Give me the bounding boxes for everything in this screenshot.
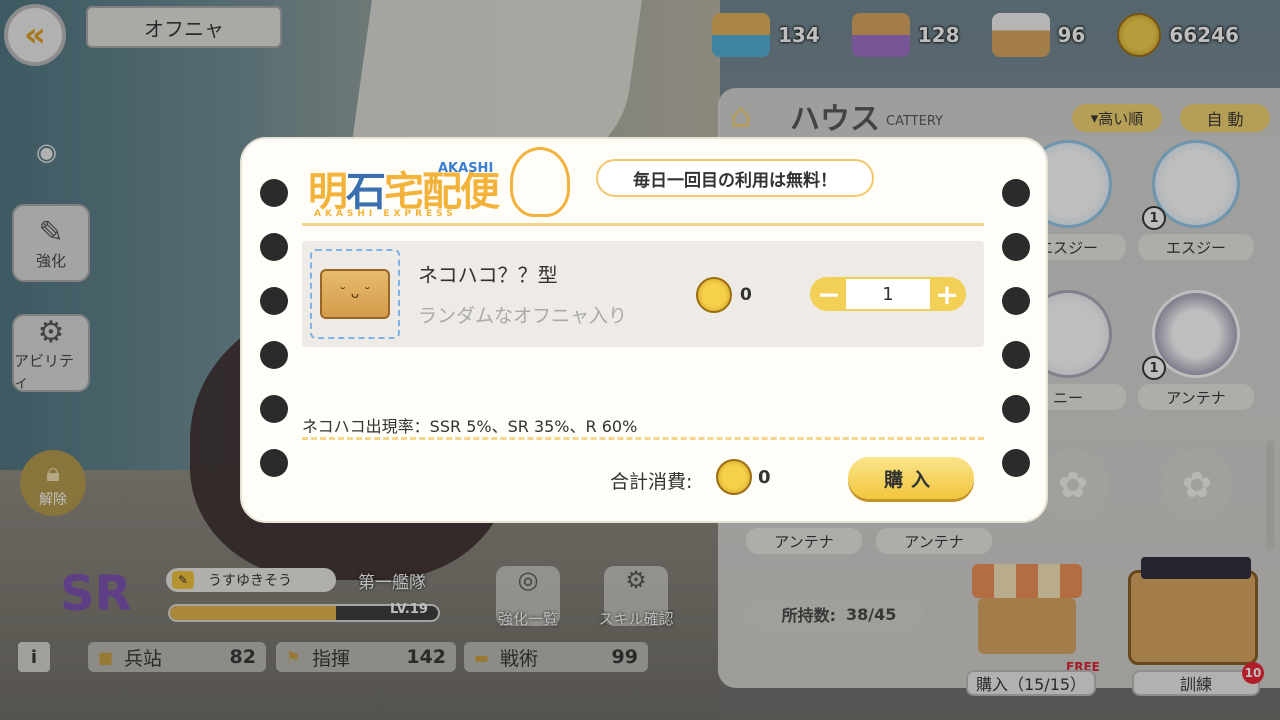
- quantity-stepper: − 1 +: [810, 277, 966, 311]
- akashi-express-dialog: 明石宅配便 AKASHI AKASHI EXPRESS 毎日一回目の利用は無料！…: [240, 137, 1048, 523]
- ticket-hole: [1002, 395, 1030, 423]
- dashed-divider: [302, 437, 984, 440]
- ticket-hole: [1002, 179, 1030, 207]
- coin-icon: [716, 459, 752, 495]
- total-label: 合計消費:: [610, 471, 693, 493]
- ticket-hole: [260, 233, 288, 261]
- ticket-hole: [260, 395, 288, 423]
- ticket-hole: [1002, 287, 1030, 315]
- logo-express: AKASHI EXPRESS: [314, 209, 457, 219]
- speech-bubble: 毎日一回目の利用は無料！: [596, 159, 874, 197]
- ticket-hole: [1002, 233, 1030, 261]
- item-description: ランダムなオフニャ入り: [418, 305, 628, 327]
- logo-akashi: AKASHI: [438, 161, 494, 176]
- total-value: 0: [758, 467, 771, 488]
- ticket-hole: [260, 449, 288, 477]
- purchase-button[interactable]: 購入: [848, 457, 974, 499]
- ticket-hole: [1002, 341, 1030, 369]
- item-name: ネコハコ？？型: [418, 263, 558, 287]
- akashi-express-logo: 明石宅配便 AKASHI AKASHI EXPRESS: [304, 147, 584, 219]
- ticket-hole: [260, 341, 288, 369]
- coin-icon: [696, 277, 732, 313]
- ticket-hole: [260, 287, 288, 315]
- ticket-hole: [260, 179, 288, 207]
- cat-box-icon: ˘ ᴗ ˘: [320, 269, 390, 319]
- decrement-button[interactable]: −: [812, 277, 846, 311]
- item-price: 0: [740, 285, 752, 305]
- ticket-hole: [1002, 449, 1030, 477]
- item-thumbnail: ˘ ᴗ ˘: [310, 249, 400, 339]
- mascot-icon: [510, 147, 570, 217]
- item-row: ˘ ᴗ ˘ ネコハコ？？型 ランダムなオフニャ入り 0 − 1 +: [302, 241, 984, 347]
- increment-button[interactable]: +: [930, 277, 964, 311]
- drop-rates: ネコハコ出現率：SSR 5%、SR 35%、R 60%: [302, 417, 638, 436]
- divider: [302, 223, 984, 226]
- quantity-value[interactable]: 1: [846, 279, 930, 309]
